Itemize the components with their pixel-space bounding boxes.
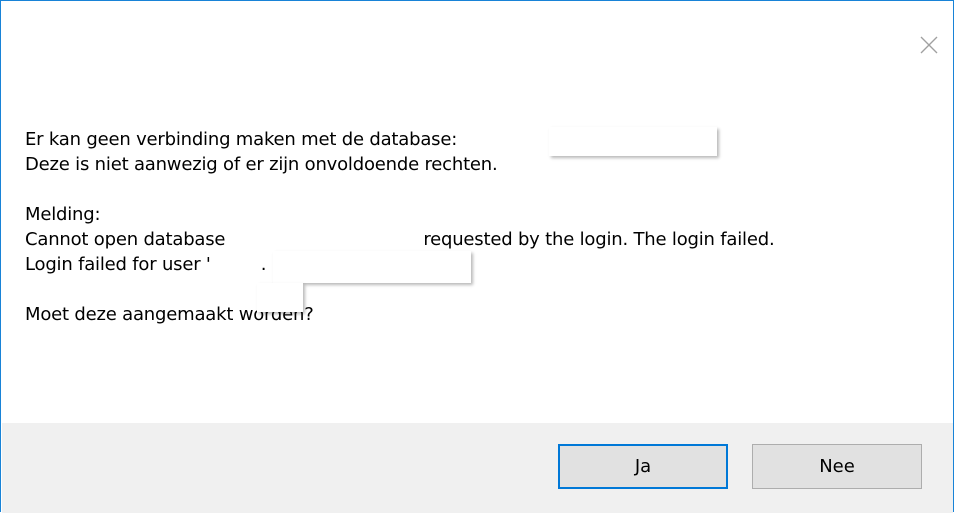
- close-icon: [920, 36, 938, 54]
- open-database-suffix: requested by the login. The login failed…: [423, 229, 775, 250]
- message-dialog: Er kan geen verbinding maken met de data…: [0, 0, 954, 513]
- dialog-message: Er kan geen verbinding maken met de data…: [25, 127, 775, 327]
- message-line-create-question: Moet deze aangemaakt worden?: [25, 304, 314, 325]
- redacted-database-name-2: [273, 251, 471, 283]
- login-failed-suffix: .: [260, 254, 267, 275]
- login-failed-prefix: Login failed for user ': [25, 254, 211, 275]
- yes-button-label: Ja: [634, 456, 652, 477]
- redacted-database-name: [549, 127, 717, 156]
- redacted-user-name: [257, 283, 303, 312]
- no-button-label: Nee: [819, 456, 855, 477]
- no-button[interactable]: Nee: [752, 444, 922, 489]
- yes-button[interactable]: Ja: [558, 444, 728, 489]
- message-line-notice-heading: Melding:: [25, 204, 101, 225]
- close-button[interactable]: [915, 31, 943, 59]
- open-database-prefix: Cannot open database: [25, 229, 226, 250]
- message-line-open-database: Cannot open database requested by the log…: [25, 227, 775, 252]
